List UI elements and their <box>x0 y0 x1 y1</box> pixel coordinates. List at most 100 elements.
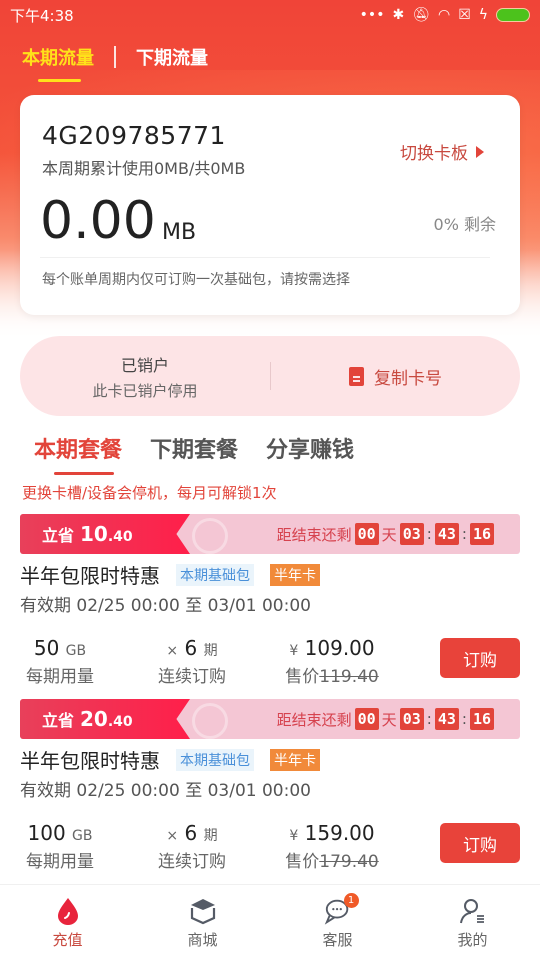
subscribe-button[interactable]: 订购 <box>440 823 520 863</box>
nav-customer-service[interactable]: 1 客服 <box>270 885 405 960</box>
periods-unit: 期 <box>203 643 218 659</box>
alarm-clock-icon <box>192 518 228 554</box>
document-icon <box>349 366 364 386</box>
offer-stats: 100 GB 每期用量 × 6 期 连续订购 ¥ 159.00 售价179.40… <box>20 811 520 883</box>
nav-shop[interactable]: 商城 <box>135 885 270 960</box>
charging-icon: ϟ <box>478 7 488 23</box>
flow-period-tabs: 本期流量 下期流量 <box>22 44 208 82</box>
stat-data: 50 GB 每期用量 <box>20 636 100 687</box>
save-badge: 立省 20 .40 <box>20 699 190 739</box>
countdown-separator: : <box>461 710 467 728</box>
package-tabs: 本期套餐 下期套餐 分享赚钱 <box>34 432 354 475</box>
tag-base-package: 本期基础包 <box>176 748 254 771</box>
countdown: 距结束还剩 00 天 03 : 43 : 16 <box>277 514 494 554</box>
original-price: 119.40 <box>319 667 379 687</box>
countdown-hours: 03 <box>399 708 424 730</box>
countdown: 距结束还剩 00 天 03 : 43 : 16 <box>277 699 494 739</box>
sim-x-icon: ☒ <box>458 7 471 23</box>
stat-price: ¥ 159.00 售价179.40 <box>282 821 382 872</box>
stat-price: ¥ 109.00 售价119.40 <box>282 636 382 687</box>
tab-next-flow[interactable]: 下期流量 <box>136 44 208 80</box>
nav-label: 我的 <box>457 931 488 949</box>
remaining-amount: 0.00 <box>40 191 156 251</box>
price: 159.00 <box>304 821 375 845</box>
countdown-minutes: 43 <box>434 523 459 545</box>
notification-badge: 1 <box>343 893 359 908</box>
offer-banner: 立省 10 .40 距结束还剩 00 天 03 : 43 : 16 <box>20 514 520 554</box>
package-note: 更换卡槽/设备会停机，每月可解锁1次 <box>22 484 277 502</box>
subscribe-button[interactable]: 订购 <box>440 638 520 678</box>
data-unit: GB <box>65 643 87 659</box>
currency: ¥ <box>289 828 299 844</box>
countdown-hours: 03 <box>399 523 424 545</box>
card-divider <box>40 257 490 258</box>
bottom-nav: 充值 商城 1 客服 我的 <box>0 884 540 960</box>
mute-icon: 🔕︎ <box>412 7 430 23</box>
card-number: 4G209785771 <box>42 121 226 150</box>
original-price-label: 售价 <box>285 667 320 687</box>
wifi-icon: ◠ <box>437 7 451 23</box>
nav-label: 商城 <box>187 931 218 949</box>
offer-banner: 立省 20 .40 距结束还剩 00 天 03 : 43 : 16 <box>20 699 520 739</box>
usage-summary: 本周期累计使用0MB/共0MB <box>42 159 246 178</box>
flow-info-card: 4G209785771 本周期累计使用0MB/共0MB 切换卡板 0.00 MB… <box>20 95 520 315</box>
periods-count: 6 <box>184 636 198 660</box>
switch-card-button[interactable]: 切换卡板 <box>400 139 484 164</box>
periods-label: 连续订购 <box>158 852 226 872</box>
save-amount-decimal: .40 <box>107 528 133 545</box>
status-bar: 下午4:38 ••• ✱ 🔕︎ ◠ ☒ ϟ <box>0 0 540 30</box>
tag-base-package: 本期基础包 <box>176 563 254 586</box>
countdown-seconds: 16 <box>469 523 494 545</box>
countdown-separator: : <box>461 525 467 543</box>
tab-current-package[interactable]: 本期套餐 <box>34 432 122 475</box>
countdown-days: 00 <box>354 708 379 730</box>
data-amount: 100 <box>27 821 66 845</box>
bluetooth-icon: ✱ <box>392 7 405 23</box>
periods-prefix: × <box>166 828 179 844</box>
save-amount-decimal: .40 <box>107 713 133 730</box>
data-label: 每期用量 <box>26 852 94 872</box>
countdown-day-unit: 天 <box>381 710 397 729</box>
caret-right-icon <box>476 145 484 158</box>
tab-current-flow[interactable]: 本期流量 <box>22 44 94 82</box>
price: 109.00 <box>304 636 375 660</box>
stat-data: 100 GB 每期用量 <box>20 821 100 872</box>
currency: ¥ <box>289 643 299 659</box>
countdown-separator: : <box>426 525 432 543</box>
card-status-subtitle: 此卡已销户停用 <box>92 381 198 400</box>
save-amount-integer: 20 <box>80 707 108 731</box>
save-amount-integer: 10 <box>80 522 108 546</box>
remaining-percent: 0% 剩余 <box>433 215 496 234</box>
copy-card-number-button[interactable]: 复制卡号 <box>271 364 520 389</box>
data-unit: GB <box>72 828 93 844</box>
tab-next-package[interactable]: 下期套餐 <box>150 432 238 474</box>
remaining-unit: MB <box>162 220 197 245</box>
nav-profile[interactable]: 我的 <box>405 885 540 960</box>
card-note: 每个账单周期内仅可订购一次基础包，请按需选择 <box>42 272 350 288</box>
tab-divider <box>114 46 116 68</box>
countdown-days: 00 <box>354 523 379 545</box>
offer-card: 立省 20 .40 距结束还剩 00 天 03 : 43 : 16 半年包限时特… <box>20 699 520 888</box>
box-icon <box>189 897 217 925</box>
countdown-day-unit: 天 <box>381 525 397 544</box>
save-label: 立省 <box>42 526 75 545</box>
offer-title: 半年包限时特惠 <box>20 564 160 588</box>
data-label: 每期用量 <box>26 667 94 687</box>
save-label: 立省 <box>42 711 75 730</box>
save-badge: 立省 10 .40 <box>20 514 190 554</box>
switch-card-label: 切换卡板 <box>400 144 468 164</box>
card-status-pill: 已销户 此卡已销户停用 复制卡号 <box>20 336 520 416</box>
offer-title: 半年包限时特惠 <box>20 749 160 773</box>
offer-validity: 有效期 02/25 00:00 至 03/01 00:00 <box>20 596 311 616</box>
user-icon <box>459 897 487 925</box>
tag-half-year: 半年卡 <box>270 563 320 586</box>
copy-card-number-label: 复制卡号 <box>374 368 442 389</box>
offer-card: 立省 10 .40 距结束还剩 00 天 03 : 43 : 16 半年包限时特… <box>20 514 520 703</box>
original-price-label: 售价 <box>285 852 320 872</box>
offer-stats: 50 GB 每期用量 × 6 期 连续订购 ¥ 109.00 售价119.40 … <box>20 626 520 698</box>
tab-share-earn[interactable]: 分享赚钱 <box>266 432 354 474</box>
nav-recharge[interactable]: 充值 <box>0 885 135 960</box>
countdown-seconds: 16 <box>469 708 494 730</box>
tag-half-year: 半年卡 <box>270 748 320 771</box>
offer-validity: 有效期 02/25 00:00 至 03/01 00:00 <box>20 781 311 801</box>
